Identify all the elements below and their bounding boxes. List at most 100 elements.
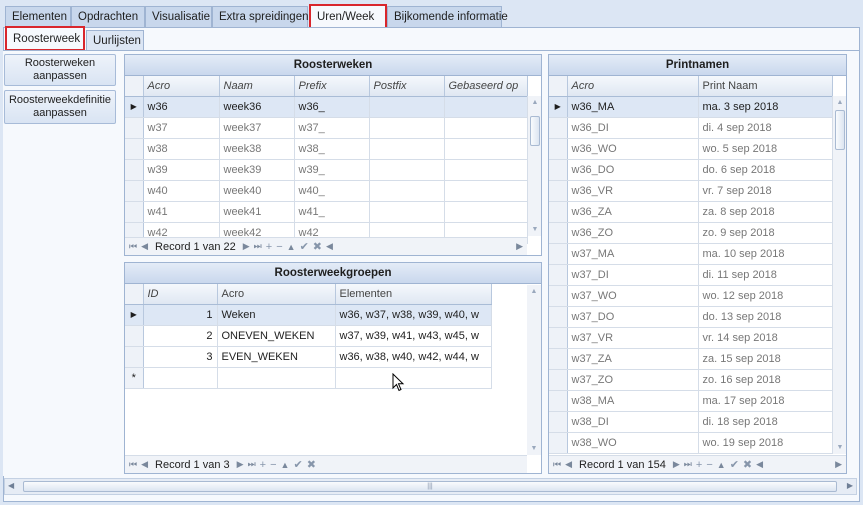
table-cell[interactable]: ma. 17 sep 2018 (698, 390, 833, 412)
tab-bijkomende-informatie[interactable]: Bijkomende informatie (387, 6, 508, 28)
column-header-acro[interactable]: Acro (567, 76, 699, 97)
table-cell[interactable]: w37_ZO (567, 369, 699, 391)
scroll-thumb[interactable] (530, 116, 540, 146)
delete-record-icon[interactable]: − (270, 459, 276, 471)
scroll-thumb[interactable] (835, 110, 845, 150)
new-row[interactable]: * (125, 367, 492, 389)
table-cell[interactable]: w36_DO (567, 159, 699, 181)
table-cell[interactable]: vr. 7 sep 2018 (698, 180, 833, 202)
table-cell[interactable]: w36_MA (567, 96, 699, 118)
table-cell[interactable]: zo. 9 sep 2018 (698, 222, 833, 244)
row-indicator[interactable] (549, 411, 568, 433)
table-row[interactable]: w36_ZO zo. 9 sep 2018 (549, 222, 833, 244)
table-cell[interactable]: w41_ (294, 201, 370, 223)
table-row[interactable]: w36_DO do. 6 sep 2018 (549, 159, 833, 181)
table-row[interactable]: w37 week37 w37_ (125, 117, 528, 139)
table-cell[interactable]: di. 11 sep 2018 (698, 264, 833, 286)
tab-uren-week[interactable]: Uren/Week (309, 4, 387, 29)
table-cell[interactable] (444, 138, 528, 160)
table-row[interactable]: w41 week41 w41_ (125, 201, 528, 223)
column-header-id[interactable]: ID (143, 284, 218, 305)
last-record-icon[interactable]: ⏭ (248, 459, 256, 470)
scroll-left-icon[interactable]: ◀ (8, 481, 14, 490)
table-cell[interactable]: w38 (143, 138, 220, 160)
table-cell[interactable] (335, 367, 492, 389)
table-row[interactable]: ▶ w36_MA ma. 3 sep 2018 (549, 96, 833, 118)
table-cell[interactable]: w36_DI (567, 117, 699, 139)
table-cell[interactable]: w36, w38, w40, w42, w44, w (335, 346, 492, 368)
cancel-record-icon[interactable]: ✖ (743, 458, 752, 471)
row-indicator[interactable] (549, 348, 568, 370)
row-indicator[interactable] (549, 243, 568, 265)
row-indicator[interactable] (549, 159, 568, 181)
table-cell[interactable]: 3 (143, 346, 218, 368)
table-cell[interactable]: w40_ (294, 180, 370, 202)
row-indicator[interactable]: ▶ (125, 96, 144, 118)
table-cell[interactable] (369, 201, 445, 223)
scroll-up-icon[interactable]: ▲ (527, 285, 541, 298)
table-cell[interactable]: vr. 14 sep 2018 (698, 327, 833, 349)
table-cell[interactable] (217, 367, 336, 389)
table-row[interactable]: w38_MA ma. 17 sep 2018 (549, 390, 833, 412)
subtab-roosterweek[interactable]: Roosterweek (5, 26, 85, 51)
tab-extra-spreidingen[interactable]: Extra spreidingen (212, 6, 309, 28)
table-cell[interactable]: w41 (143, 201, 220, 223)
table-cell[interactable]: w36_WO (567, 138, 699, 160)
table-cell[interactable]: week38 (219, 138, 295, 160)
add-record-icon[interactable]: + (260, 459, 266, 471)
row-indicator[interactable] (549, 138, 568, 160)
row-indicator[interactable] (549, 306, 568, 328)
table-cell[interactable] (444, 201, 528, 223)
table-cell[interactable]: w37_DI (567, 264, 699, 286)
table-cell[interactable]: w36, w37, w38, w39, w40, w (335, 304, 492, 326)
table-cell[interactable] (444, 96, 528, 118)
roosterweken-aanpassen-button[interactable]: Roosterweken aanpassen (4, 54, 116, 86)
hscroll-right-icon[interactable]: ▶ (516, 241, 523, 252)
tab-elementen[interactable]: Elementen (5, 6, 71, 28)
row-indicator[interactable] (549, 285, 568, 307)
scroll-thumb[interactable]: ||| (23, 481, 837, 492)
table-row[interactable]: w37_WO wo. 12 sep 2018 (549, 285, 833, 307)
roosterweken-vscroll[interactable]: ▲ ▼ (527, 96, 541, 236)
table-cell[interactable]: week39 (219, 159, 295, 181)
row-indicator[interactable] (125, 201, 144, 223)
table-row[interactable]: w36_ZA za. 8 sep 2018 (549, 201, 833, 223)
table-cell[interactable]: 1 (143, 304, 218, 326)
subtab-uurlijsten[interactable]: Uurlijsten (86, 30, 144, 52)
table-row[interactable]: w38_DI di. 18 sep 2018 (549, 411, 833, 433)
table-cell[interactable]: ONEVEN_WEKEN (217, 325, 336, 347)
table-cell[interactable]: w37_DO (567, 306, 699, 328)
table-cell[interactable]: w37 (143, 117, 220, 139)
table-cell[interactable]: za. 15 sep 2018 (698, 348, 833, 370)
table-row[interactable]: w37_ZO zo. 16 sep 2018 (549, 369, 833, 391)
edit-record-icon[interactable]: ▲ (281, 460, 290, 470)
edit-record-icon[interactable]: ▲ (717, 460, 726, 470)
last-record-icon[interactable]: ⏭ (684, 459, 692, 470)
prev-record-icon[interactable]: ◀ (141, 241, 148, 252)
next-record-icon[interactable]: ▶ (237, 459, 244, 470)
scroll-down-icon[interactable]: ▼ (527, 442, 541, 455)
table-cell[interactable] (369, 96, 445, 118)
table-row[interactable]: w38 week38 w38_ (125, 138, 528, 160)
table-row[interactable]: ▶ 1 Weken w36, w37, w38, w39, w40, w (125, 304, 492, 326)
table-cell[interactable] (444, 117, 528, 139)
tab-visualisatie[interactable]: Visualisatie (145, 6, 212, 28)
hscroll-left-icon[interactable]: ◀ (326, 241, 333, 252)
first-record-icon[interactable]: ⏮ (129, 241, 137, 252)
row-indicator[interactable]: ▶ (549, 96, 568, 118)
table-cell[interactable]: w38_ (294, 138, 370, 160)
table-cell[interactable]: di. 18 sep 2018 (698, 411, 833, 433)
table-cell[interactable] (369, 117, 445, 139)
last-record-icon[interactable]: ⏭ (254, 241, 262, 252)
table-row[interactable]: w37_DI di. 11 sep 2018 (549, 264, 833, 286)
next-record-icon[interactable]: ▶ (673, 459, 680, 470)
column-header-elementen[interactable]: Elementen (335, 284, 492, 305)
column-header-gebaseerd-op[interactable]: Gebaseerd op (444, 76, 528, 97)
table-cell[interactable]: week36 (219, 96, 295, 118)
row-indicator[interactable] (125, 180, 144, 202)
table-cell[interactable] (369, 159, 445, 181)
table-cell[interactable] (369, 180, 445, 202)
table-cell[interactable]: w40 (143, 180, 220, 202)
prev-record-icon[interactable]: ◀ (141, 459, 148, 470)
table-row[interactable]: w39 week39 w39_ (125, 159, 528, 181)
